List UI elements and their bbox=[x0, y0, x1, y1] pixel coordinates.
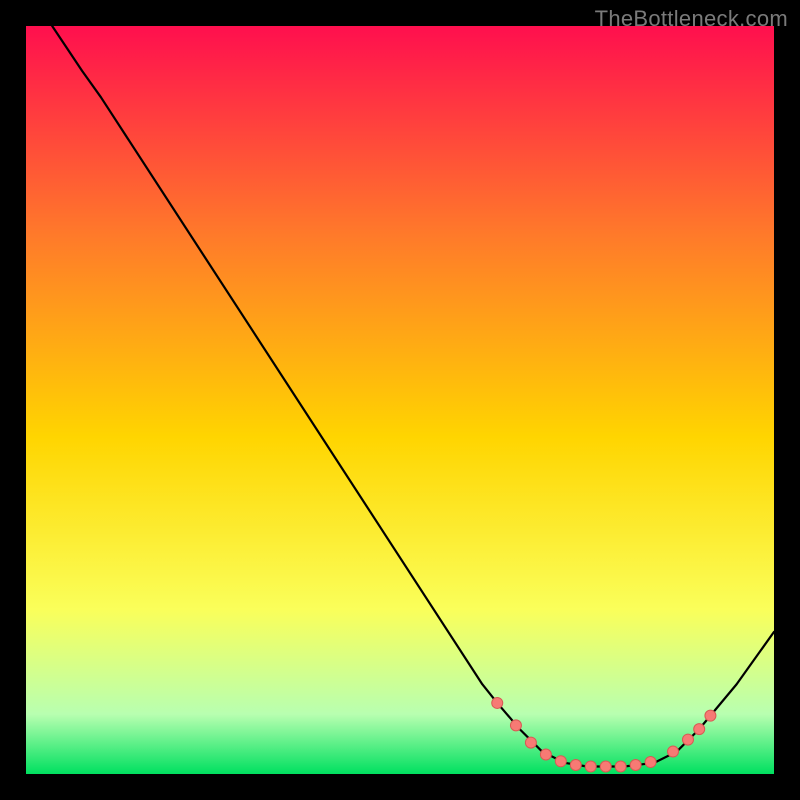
chart-svg bbox=[26, 26, 774, 774]
curve-marker bbox=[540, 749, 551, 760]
curve-marker bbox=[600, 761, 611, 772]
curve-marker bbox=[668, 746, 679, 757]
curve-marker bbox=[705, 710, 716, 721]
curve-marker bbox=[615, 761, 626, 772]
chart-plot-area bbox=[26, 26, 774, 774]
curve-marker bbox=[492, 697, 503, 708]
curve-marker bbox=[555, 756, 566, 767]
curve-marker bbox=[525, 737, 536, 748]
curve-marker bbox=[682, 734, 693, 745]
curve-marker bbox=[645, 757, 656, 768]
chart-frame: TheBottleneck.com bbox=[0, 0, 800, 800]
curve-marker bbox=[694, 724, 705, 735]
gradient-background bbox=[26, 26, 774, 774]
curve-marker bbox=[510, 720, 521, 731]
curve-marker bbox=[570, 760, 581, 771]
curve-marker bbox=[630, 760, 641, 771]
curve-marker bbox=[585, 761, 596, 772]
